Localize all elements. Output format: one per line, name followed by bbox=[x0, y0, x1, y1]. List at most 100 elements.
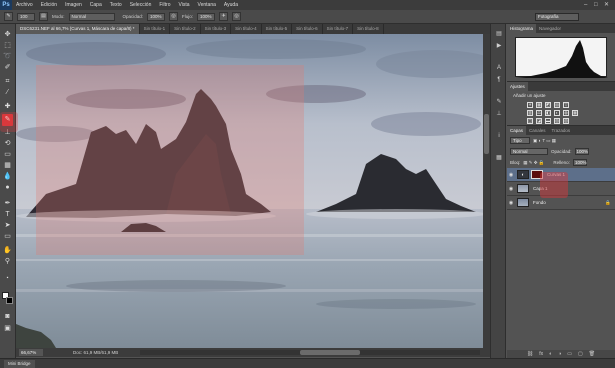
filter-icons[interactable]: ▣ ◐ T ▭ ▦ bbox=[533, 138, 556, 144]
visibility-eye-icon[interactable]: ◉ bbox=[507, 172, 515, 178]
hue-saturation-adjust-icon[interactable]: ▥ bbox=[527, 110, 533, 116]
zoom-level-field[interactable]: 66,67% bbox=[19, 349, 43, 356]
menu-ventana[interactable]: Ventana bbox=[194, 2, 220, 8]
menu-edicion[interactable]: Edición bbox=[37, 2, 61, 8]
new-group-icon[interactable]: ▭ bbox=[567, 351, 572, 357]
color-balance-adjust-icon[interactable]: ⚖ bbox=[536, 110, 542, 116]
document-size-info[interactable]: Doc: 61,9 MB/61,9 MB bbox=[73, 350, 118, 355]
threshold-adjust-icon[interactable]: ▬ bbox=[545, 118, 551, 124]
menu-capa[interactable]: Capa bbox=[86, 2, 106, 8]
menu-ayuda[interactable]: Ayuda bbox=[220, 2, 242, 8]
hand-tool-icon[interactable]: ✋ bbox=[2, 246, 13, 255]
layer-filter-select[interactable]: Tipo bbox=[510, 137, 530, 144]
screen-mode-icon[interactable]: ▣ bbox=[2, 324, 13, 333]
horizontal-scrollbar[interactable] bbox=[140, 350, 480, 355]
fill-field[interactable]: 100% bbox=[572, 159, 587, 166]
horizontal-scroll-thumb[interactable] bbox=[300, 350, 360, 355]
quick-select-tool-icon[interactable]: ✐ bbox=[2, 63, 13, 72]
quick-mask-icon[interactable]: ◙ bbox=[2, 312, 13, 321]
tab-adjustments[interactable]: Ajustes bbox=[507, 82, 528, 91]
tab-channels[interactable]: Canales bbox=[526, 126, 549, 135]
vertical-scroll-thumb[interactable] bbox=[484, 114, 489, 154]
blend-mode-select[interactable]: Normal bbox=[510, 148, 548, 155]
levels-adjust-icon[interactable]: ▦ bbox=[536, 102, 542, 108]
tab-navigator[interactable]: Navegador bbox=[536, 24, 564, 33]
vibrance-adjust-icon[interactable]: ▽ bbox=[563, 102, 569, 108]
menu-texto[interactable]: Texto bbox=[106, 2, 126, 8]
tab-untitled-7[interactable]: Sin título-7 bbox=[322, 24, 354, 34]
visibility-eye-icon[interactable]: ◉ bbox=[507, 200, 515, 206]
invert-adjust-icon[interactable]: ◫ bbox=[527, 118, 533, 124]
layer-style-icon[interactable]: fx bbox=[539, 351, 543, 357]
airbrush-icon[interactable]: ✈ bbox=[219, 12, 229, 21]
visibility-eye-icon[interactable]: ◉ bbox=[507, 186, 515, 192]
tab-untitled-5[interactable]: Sin título-5 bbox=[261, 24, 293, 34]
pen-tool-icon[interactable]: ✒ bbox=[2, 199, 13, 208]
tab-active-document[interactable]: DSC6231.NEF al 66,7% (Curvas 1, Máscara … bbox=[16, 24, 140, 34]
dodge-tool-icon[interactable]: ● bbox=[2, 183, 13, 192]
crop-tool-icon[interactable]: ⌗ bbox=[2, 77, 13, 86]
history-brush-tool-icon[interactable]: ⟲ bbox=[2, 139, 13, 148]
clone-source-panel-icon[interactable]: ⊥ bbox=[494, 110, 504, 119]
layer-row-fondo[interactable]: ◉ Fondo 🔒 bbox=[507, 196, 615, 210]
default-colors-icon[interactable]: ▪ bbox=[2, 274, 13, 283]
menu-archivo[interactable]: Archivo bbox=[12, 2, 37, 8]
curves-adjust-icon[interactable]: ◩ bbox=[545, 102, 551, 108]
delete-layer-icon[interactable]: 🗑 bbox=[589, 351, 595, 357]
document-canvas[interactable] bbox=[16, 34, 490, 348]
selective-color-adjust-icon[interactable]: ▧ bbox=[563, 118, 569, 124]
brush-preset-icon[interactable]: ✎ bbox=[4, 12, 13, 21]
menu-imagen[interactable]: Imagen bbox=[61, 2, 86, 8]
tab-untitled-4[interactable]: Sin título-4 bbox=[231, 24, 262, 34]
blur-tool-icon[interactable]: 💧 bbox=[2, 172, 13, 181]
move-tool-icon[interactable]: ✥ bbox=[2, 30, 13, 39]
add-mask-icon[interactable]: ◐ bbox=[549, 351, 552, 357]
zoom-tool-icon[interactable]: ⚲ bbox=[2, 257, 13, 266]
mini-bridge-tab[interactable]: Mini Bridge bbox=[4, 360, 35, 368]
tab-paths[interactable]: Trazados bbox=[549, 126, 574, 135]
lock-icons[interactable]: ▦ ✎ ✥ 🔒 bbox=[523, 160, 544, 166]
opacity-field[interactable]: 100% bbox=[147, 12, 166, 21]
eraser-tool-icon[interactable]: ▭ bbox=[2, 150, 13, 159]
mode-select[interactable]: Normal bbox=[68, 12, 115, 21]
tab-untitled-1[interactable]: Sin título-1 bbox=[139, 24, 171, 34]
layer-opacity-field[interactable]: 100% bbox=[574, 148, 589, 155]
gradient-tool-icon[interactable]: ▦ bbox=[2, 161, 13, 170]
path-select-tool-icon[interactable]: ➤ bbox=[2, 221, 13, 230]
new-adjustment-icon[interactable]: ◑ bbox=[558, 351, 561, 357]
minimize-button[interactable]: – bbox=[584, 2, 590, 8]
gradient-map-adjust-icon[interactable]: ▨ bbox=[554, 118, 560, 124]
channel-mixer-adjust-icon[interactable]: ◍ bbox=[563, 110, 569, 116]
tab-untitled-3[interactable]: Sin título-3 bbox=[200, 24, 232, 34]
exposure-adjust-icon[interactable]: ▤ bbox=[554, 102, 560, 108]
link-layers-icon[interactable]: ⛓ bbox=[527, 351, 533, 357]
background-color-swatch[interactable] bbox=[6, 297, 13, 304]
pressure-size-icon[interactable]: ◎ bbox=[232, 12, 242, 21]
actions-panel-icon[interactable]: ▶ bbox=[494, 42, 504, 51]
tab-untitled-8[interactable]: Sin título-8 bbox=[353, 24, 384, 34]
new-layer-icon[interactable]: ▢ bbox=[578, 351, 583, 357]
eyedropper-tool-icon[interactable]: ⁄ bbox=[2, 88, 13, 97]
color-lookup-adjust-icon[interactable]: ▦ bbox=[572, 110, 578, 116]
tab-untitled-6[interactable]: Sin título-6 bbox=[292, 24, 323, 34]
type-tool-icon[interactable]: T bbox=[2, 210, 13, 219]
character-panel-icon[interactable]: A bbox=[494, 64, 504, 73]
lasso-tool-icon[interactable]: ➰ bbox=[2, 52, 13, 61]
posterize-adjust-icon[interactable]: ◪ bbox=[536, 118, 542, 124]
tab-histogram[interactable]: Histograma bbox=[507, 24, 537, 33]
maximize-button[interactable]: □ bbox=[594, 2, 600, 8]
flow-field[interactable]: 100% bbox=[197, 12, 216, 21]
info-panel-icon[interactable]: i bbox=[494, 132, 504, 141]
healing-tool-icon[interactable]: ✚ bbox=[2, 102, 13, 111]
properties-panel-icon[interactable]: ▦ bbox=[494, 154, 504, 163]
history-panel-icon[interactable]: ▤ bbox=[494, 30, 504, 39]
menu-filtro[interactable]: Filtro bbox=[155, 2, 174, 8]
marquee-tool-icon[interactable]: ⬚ bbox=[2, 41, 13, 50]
shape-tool-icon[interactable]: ▭ bbox=[2, 232, 13, 241]
photo-filter-adjust-icon[interactable]: ◐ bbox=[554, 110, 560, 116]
workspace-select[interactable]: Fotografía bbox=[535, 13, 579, 21]
close-button[interactable]: ✕ bbox=[604, 2, 610, 8]
tab-untitled-2[interactable]: Sin título-2 bbox=[170, 24, 201, 34]
menu-vista[interactable]: Vista bbox=[175, 2, 194, 8]
brush-panel-toggle-icon[interactable]: ▤ bbox=[39, 12, 48, 21]
